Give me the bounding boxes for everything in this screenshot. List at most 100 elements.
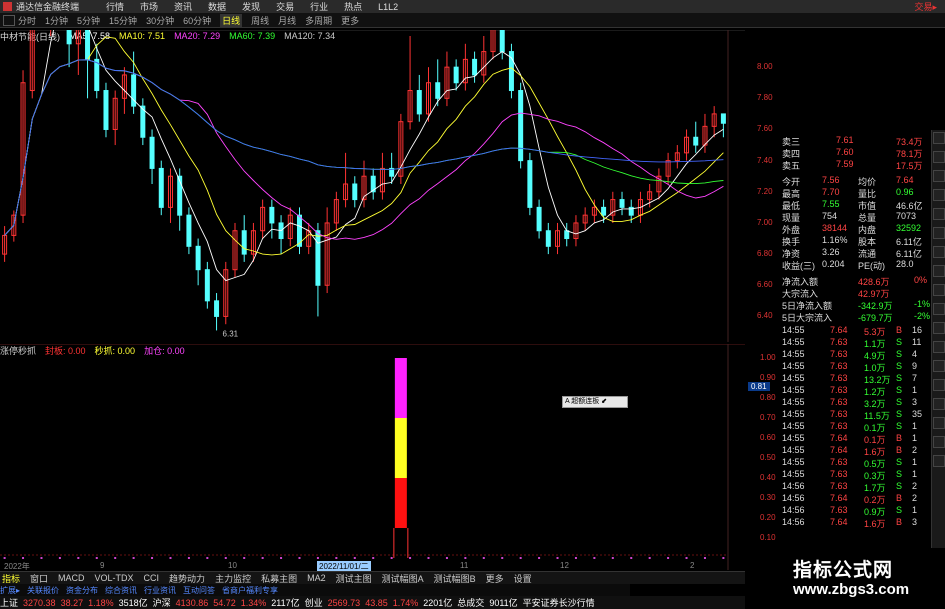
menu-shichang[interactable]: 市场	[140, 0, 158, 13]
extension-tab-2[interactable]: 资金分布	[66, 585, 98, 596]
period-tab-8[interactable]: 月线	[278, 14, 296, 27]
candle-body	[601, 206, 607, 216]
watermark: 指标公式网 www.zbgs3.com	[745, 548, 945, 609]
period-tab-6[interactable]: 日线	[220, 13, 243, 27]
indicator-tab-11[interactable]: 测试幅图B	[432, 572, 478, 585]
tool-4-icon[interactable]	[933, 189, 945, 201]
extension-tab-1[interactable]: 关联报价	[27, 585, 59, 596]
menu-jiaoyi[interactable]: 交易	[276, 0, 294, 13]
stat-row-cell-1: 754	[822, 211, 838, 221]
period-tab-3[interactable]: 15分钟	[109, 14, 137, 27]
period-tab-9[interactable]: 多周期	[305, 14, 332, 27]
indicator-chart[interactable]	[0, 344, 745, 570]
extension-tab-5[interactable]: 互动问答	[183, 585, 215, 596]
indicator-tab-7[interactable]: 私募主图	[259, 572, 299, 585]
period-tab-2[interactable]: 5分钟	[77, 14, 100, 27]
period-tab-7[interactable]: 周线	[251, 14, 269, 27]
tool-5-icon[interactable]	[933, 208, 945, 220]
trade-row-cell-0: 14:55	[782, 325, 805, 335]
ask-row-cell-1: 7.61	[836, 135, 854, 145]
extension-tabs: 扩展▸ 关联报价 资金分布 综合资讯 行业资讯 互动问答 省商户福利专享	[0, 584, 630, 596]
trade-row-cell-4: 11	[912, 337, 922, 347]
trade-row-cell-0: 14:55	[782, 445, 805, 455]
tool-2-icon[interactable]	[933, 151, 945, 163]
trade-row: 14:55 7.63 1.2万 S 1	[778, 385, 931, 397]
layout-icon[interactable]	[3, 14, 15, 26]
indicator-tab-6[interactable]: 主力监控	[213, 572, 253, 585]
indicator-tab-9[interactable]: 测试主图	[334, 572, 374, 585]
trade-row-cell-1: 7.63	[830, 457, 848, 467]
trade-link[interactable]: 交易▸	[914, 0, 937, 13]
indicator-tab-0[interactable]: 指标	[0, 572, 22, 585]
app-logo-icon	[3, 2, 12, 11]
tool-15-icon[interactable]	[933, 398, 945, 410]
price-tick-1: 7.80	[757, 93, 773, 103]
stat-row: 现量 754 总量 7073	[778, 211, 931, 223]
tool-1-icon[interactable]	[933, 132, 945, 144]
watermark-title: 指标公式网	[793, 560, 894, 581]
month-label-5: 2	[690, 561, 695, 570]
indicator-tab-3[interactable]: VOL-TDX	[93, 573, 136, 583]
tool-14-icon[interactable]	[933, 379, 945, 391]
trade-row: 14:55 7.63 0.5万 S 1	[778, 457, 931, 469]
indicator-dot	[648, 557, 651, 559]
indicator-tab-4[interactable]: CCI	[142, 573, 162, 583]
period-tab-10[interactable]: 更多	[341, 14, 359, 27]
trade-row-cell-4: 1	[912, 433, 918, 443]
extension-tab-6[interactable]: 省商户福利专享	[222, 585, 278, 596]
indicator-tab-10[interactable]: 测试幅图A	[380, 572, 426, 585]
period-tab-1[interactable]: 1分钟	[45, 14, 68, 27]
ind-tick-3: 0.70	[760, 413, 776, 422]
indicator-tab-8[interactable]: MA2	[305, 573, 328, 583]
menu-redian[interactable]: 热点	[344, 0, 362, 13]
tool-3-icon[interactable]	[933, 170, 945, 182]
tdx-terminal-window: 通达信金融终端 行情 市场 资讯 数据 发现 交易 行业 热点 L1L2 交易▸…	[0, 0, 945, 609]
tool-8-icon[interactable]	[933, 265, 945, 277]
candle-body	[158, 167, 164, 208]
candle-body	[103, 90, 109, 130]
tool-10-icon[interactable]	[933, 303, 945, 315]
indicator-tab-1[interactable]: 窗口	[28, 572, 50, 585]
ma60-line	[4, 59, 724, 236]
tool-13-icon[interactable]	[933, 360, 945, 372]
stat-row-cell-1: 0.204	[822, 259, 845, 269]
period-tab-4[interactable]: 30分钟	[146, 14, 174, 27]
trade-row-cell-2: 1.6万	[864, 519, 886, 529]
tool-18-icon[interactable]	[933, 455, 945, 467]
tool-7-icon[interactable]	[933, 246, 945, 258]
indicator-dot	[593, 557, 596, 559]
tool-17-icon[interactable]	[933, 436, 945, 448]
tool-11-icon[interactable]	[933, 322, 945, 334]
menu-shuju[interactable]: 数据	[208, 0, 226, 13]
trade-row-cell-0: 14:55	[782, 421, 805, 431]
indicator-tab-13[interactable]: 设置	[512, 572, 534, 585]
trade-row-cell-4: 3	[912, 397, 918, 407]
candle-body	[453, 66, 459, 84]
trade-row: 14:56 7.64 0.2万 B 2	[778, 493, 931, 505]
ma5-line	[4, 30, 724, 282]
kline-chart[interactable]: 9.146.31	[0, 30, 745, 342]
ask-row-cell-0: 卖五	[782, 161, 801, 171]
trade-row-cell-3: S	[896, 457, 903, 467]
menu-l1l2[interactable]: L1L2	[378, 2, 398, 12]
tool-16-icon[interactable]	[933, 417, 945, 429]
menu-hangqing[interactable]: 行情	[106, 0, 124, 13]
menu-hangye[interactable]: 行业	[310, 0, 328, 13]
extension-tab-3[interactable]: 综合资讯	[105, 585, 137, 596]
extension-tab-4[interactable]: 行业资讯	[144, 585, 176, 596]
stat-row: 今开 7.56 均价 7.64	[778, 175, 931, 187]
trade-row-cell-1: 7.63	[830, 481, 848, 491]
tool-9-icon[interactable]	[933, 284, 945, 296]
tool-12-icon[interactable]	[933, 341, 945, 353]
indicator-tab-2[interactable]: MACD	[56, 573, 87, 583]
period-tab-5[interactable]: 60分钟	[183, 14, 211, 27]
tool-6-icon[interactable]	[933, 227, 945, 239]
extension-tab-0[interactable]: 扩展▸	[0, 585, 20, 596]
menu-faxian[interactable]: 发现	[242, 0, 260, 13]
low-label: 6.31	[223, 329, 239, 338]
ticker-item-1: 3270.38	[23, 597, 56, 608]
indicator-tab-12[interactable]: 更多	[484, 572, 506, 585]
menu-zixun[interactable]: 资讯	[174, 0, 192, 13]
indicator-tab-5[interactable]: 趋势动力	[167, 572, 207, 585]
period-tab-0[interactable]: 分时	[18, 14, 36, 27]
